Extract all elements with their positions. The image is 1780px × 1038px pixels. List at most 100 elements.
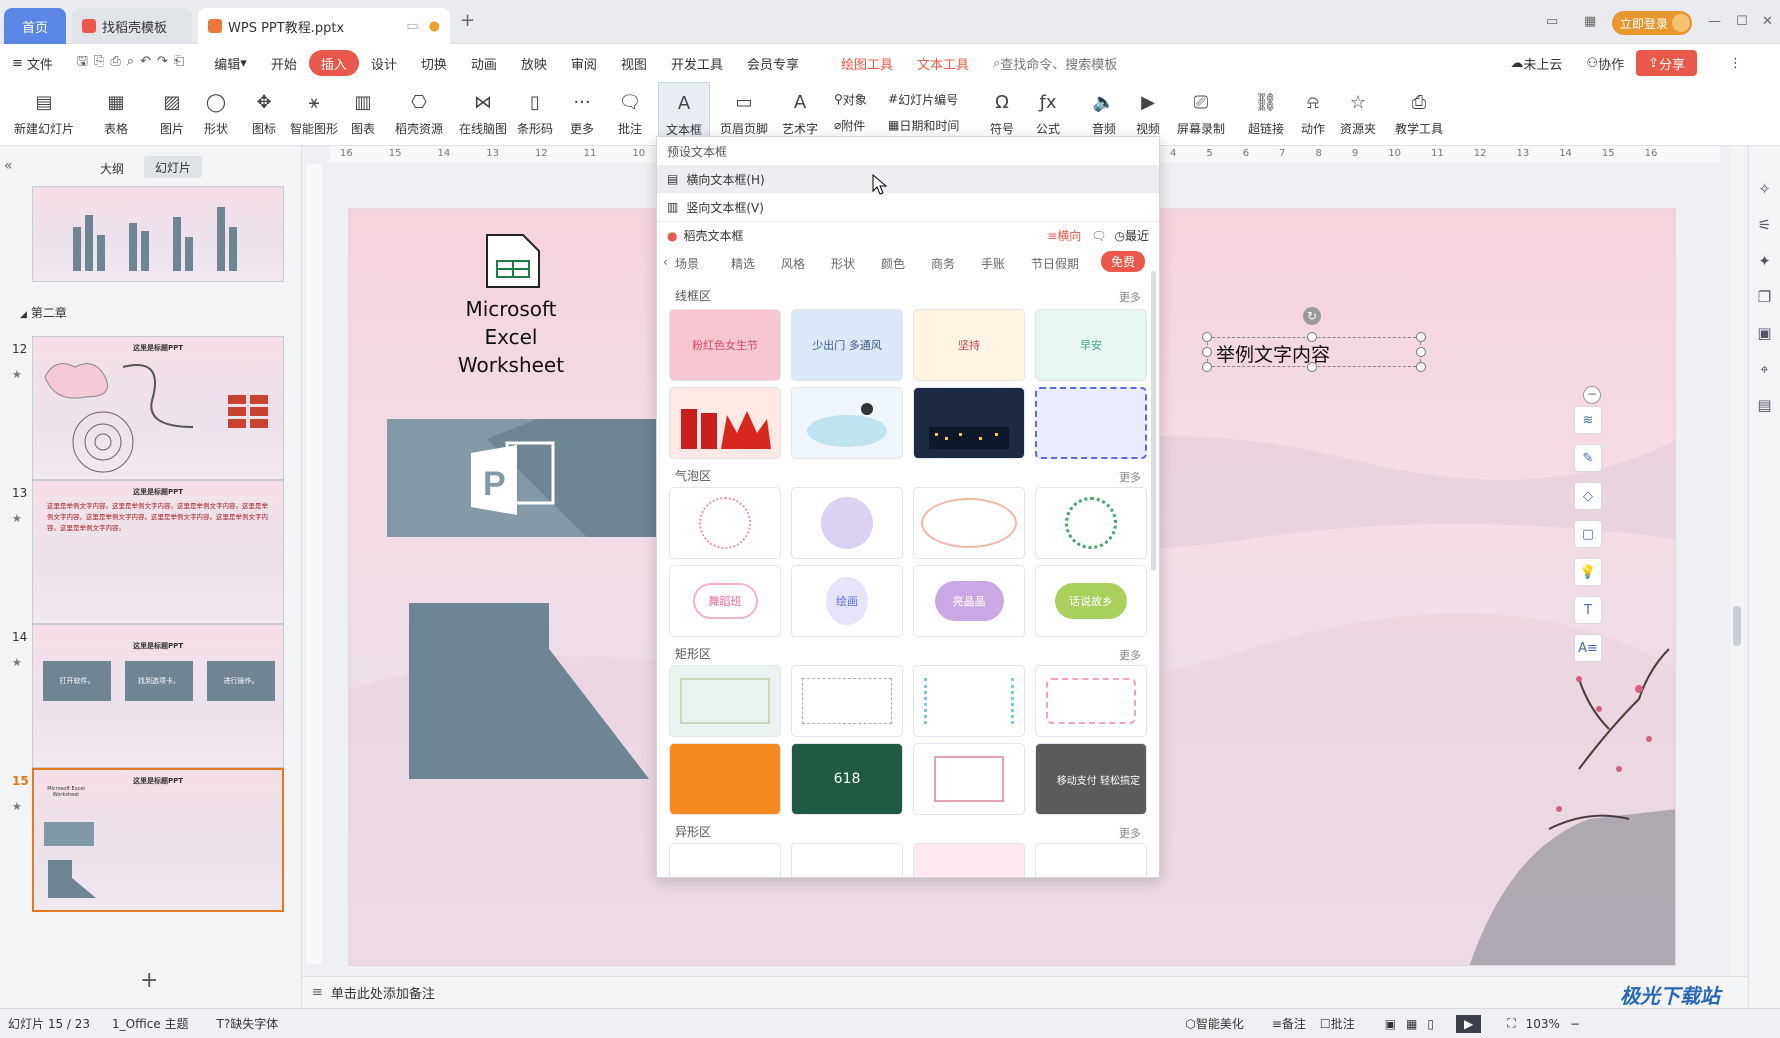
excel-object-label[interactable]: Microsoft Excel Worksheet [437, 295, 585, 379]
ppt-logo-image[interactable]: P [387, 419, 657, 537]
missing-font-button[interactable]: T?缺失字体 [217, 1015, 279, 1032]
icon-button[interactable]: ✥ 图标 [244, 82, 284, 146]
template-card[interactable]: 话说故乡 [1035, 565, 1147, 637]
login-button[interactable]: 立即登录 [1612, 11, 1692, 35]
grid-icon[interactable]: ▦ [1584, 14, 1596, 29]
text-fit-icon[interactable]: T [1574, 596, 1602, 624]
notes-area[interactable]: ≡ 单击此处添加备注 [302, 976, 1748, 1008]
menu-view[interactable]: 视图 [609, 50, 659, 76]
notes-toggle[interactable]: ≡备注 [1272, 1015, 1306, 1032]
resize-handle[interactable] [1202, 332, 1212, 342]
category-shape[interactable]: 形状 [831, 255, 855, 272]
resize-handle[interactable] [1416, 332, 1426, 342]
resize-handle[interactable] [1202, 362, 1212, 372]
book-icon[interactable]: ▤ [1757, 396, 1771, 414]
slide-thumbnail-12[interactable]: 这里是标题PPT [32, 336, 284, 480]
action-button[interactable]: ⍾ 动作 [1296, 82, 1330, 146]
tab-document[interactable]: WPS PPT教程.pptx ▭ ● [198, 8, 450, 44]
template-card[interactable] [1035, 487, 1147, 559]
eraser-icon[interactable]: ◇ [1574, 482, 1602, 510]
resize-handle[interactable] [1202, 347, 1212, 357]
category-business[interactable]: 商务 [931, 255, 955, 272]
chart-button[interactable]: ▥ 图表 [346, 82, 380, 146]
location-icon[interactable]: ⌖ [1760, 360, 1768, 378]
screen-record-button[interactable]: ⎚ 屏幕录制 [1174, 82, 1228, 146]
zoom-out-icon[interactable]: − [1570, 1017, 1580, 1031]
slide-shape[interactable] [409, 603, 649, 783]
datetime-button[interactable]: ▦ 日期和时间 [888, 114, 959, 136]
maximize-icon[interactable]: ☐ [1736, 14, 1748, 29]
menu-animation[interactable]: 动画 [459, 50, 509, 76]
template-card[interactable]: 移动支付 轻松搞定 [1035, 743, 1147, 815]
template-card[interactable] [913, 487, 1025, 559]
tab-outline[interactable]: 大纲 [100, 160, 124, 177]
play-button[interactable]: ▶ [1455, 1014, 1482, 1033]
horizontal-toggle[interactable]: ≡横向 [1047, 227, 1081, 244]
tab-templates[interactable]: 找稻壳模板 [72, 8, 192, 44]
template-card[interactable]: 早安 [1035, 309, 1147, 381]
bulb-icon[interactable]: 💡 [1574, 558, 1602, 586]
template-card[interactable] [791, 387, 903, 459]
object-button[interactable]: ⚲ 对象 [834, 88, 867, 110]
template-card[interactable] [669, 487, 781, 559]
resize-handle[interactable] [1416, 362, 1426, 372]
template-card[interactable] [669, 387, 781, 459]
smart-graphic-button[interactable]: ⚹ 智能图形 [288, 82, 340, 146]
template-card[interactable] [913, 843, 1025, 877]
slide-thumbnail-15[interactable]: 这里是标题PPT Microsoft Excel Worksheet [32, 768, 284, 912]
more-line-link[interactable]: 更多 [1119, 289, 1141, 305]
new-slide-button[interactable]: ▤ 新建幻灯片 [6, 82, 82, 146]
more-button[interactable]: ··· 更多 [562, 82, 602, 146]
template-card[interactable] [913, 665, 1025, 737]
template-card[interactable] [1035, 387, 1147, 459]
hyperlink-button[interactable]: ⛓ 超链接 [1244, 82, 1288, 146]
more-special-link[interactable]: 更多 [1119, 825, 1141, 841]
fit-icon[interactable]: ⛶ [1507, 1016, 1515, 1031]
cloud-button[interactable]: ☁ 未上云 [1498, 50, 1574, 76]
rotate-handle-icon[interactable]: ↻ [1303, 307, 1321, 325]
pin-icon[interactable]: ✦ [1758, 252, 1771, 270]
template-card[interactable] [669, 665, 781, 737]
chevron-left-icon[interactable]: ‹ [663, 255, 668, 269]
attachment-button[interactable]: ⌀ 附件 [834, 114, 865, 136]
menu-developer[interactable]: 开发工具 [659, 50, 735, 76]
template-card[interactable] [1035, 665, 1147, 737]
template-card[interactable] [791, 487, 903, 559]
category-holiday[interactable]: 节日假期 [1031, 255, 1079, 272]
template-card[interactable] [791, 665, 903, 737]
view-mode-icons[interactable]: ▣▦▯ [1385, 1017, 1444, 1031]
zoom-level[interactable]: 103% [1526, 1017, 1560, 1031]
tab-slides[interactable]: 幻灯片 [144, 156, 202, 178]
template-card[interactable] [913, 743, 1025, 815]
edit-menu[interactable]: 编辑 ▾ [202, 50, 259, 76]
comment-toggle[interactable]: ☐批注 [1320, 1015, 1355, 1032]
category-featured[interactable]: 精选 [731, 255, 755, 272]
collab-button[interactable]: ⚇ 协作 [1574, 50, 1636, 76]
template-card[interactable] [791, 843, 903, 877]
minimize-icon[interactable]: — [1708, 14, 1721, 29]
close-icon[interactable]: ✕ [1762, 14, 1773, 29]
menu-start[interactable]: 开始 [259, 50, 309, 76]
resize-handle[interactable] [1416, 347, 1426, 357]
docer-resource-button[interactable]: ⎔ 稻壳资源 [392, 82, 446, 146]
horizontal-textbox-item[interactable]: ▤ 横向文本框(H) [657, 165, 1159, 193]
template-card[interactable] [669, 743, 781, 815]
slide-thumbnail-14[interactable]: 这里是标题PPT 打开软件。 找到选项卡。 进行操作。 [32, 624, 284, 768]
scroll-thumb[interactable] [1733, 606, 1741, 646]
magic-icon[interactable]: ✧ [1758, 180, 1771, 198]
resize-handle[interactable] [1307, 362, 1317, 372]
shape-button[interactable]: ◯ 形状 [196, 82, 236, 146]
barcode-button[interactable]: ▯ 条形码 [514, 82, 556, 146]
mindmap-button[interactable]: ⋈ 在线脑图 [456, 82, 510, 146]
pen-icon[interactable]: ✎ [1574, 444, 1602, 472]
template-card[interactable] [913, 387, 1025, 459]
quick-access-icons[interactable]: 🖫⎘⎙⌕↶↷⎗ [65, 50, 202, 76]
text-align-icon[interactable]: A≡ [1574, 634, 1602, 662]
template-card[interactable] [1035, 843, 1147, 877]
theme-name[interactable]: 1_Office 主题 [112, 1015, 188, 1032]
template-card[interactable]: 亮晶晶 [913, 565, 1025, 637]
tab-home[interactable]: 首页 [4, 8, 66, 44]
vertical-textbox-item[interactable]: ▥ 竖向文本框(V) [657, 193, 1159, 221]
copy-icon[interactable]: ❐ [1758, 288, 1771, 306]
more-options-icon[interactable]: ⋮ [1717, 50, 1754, 76]
